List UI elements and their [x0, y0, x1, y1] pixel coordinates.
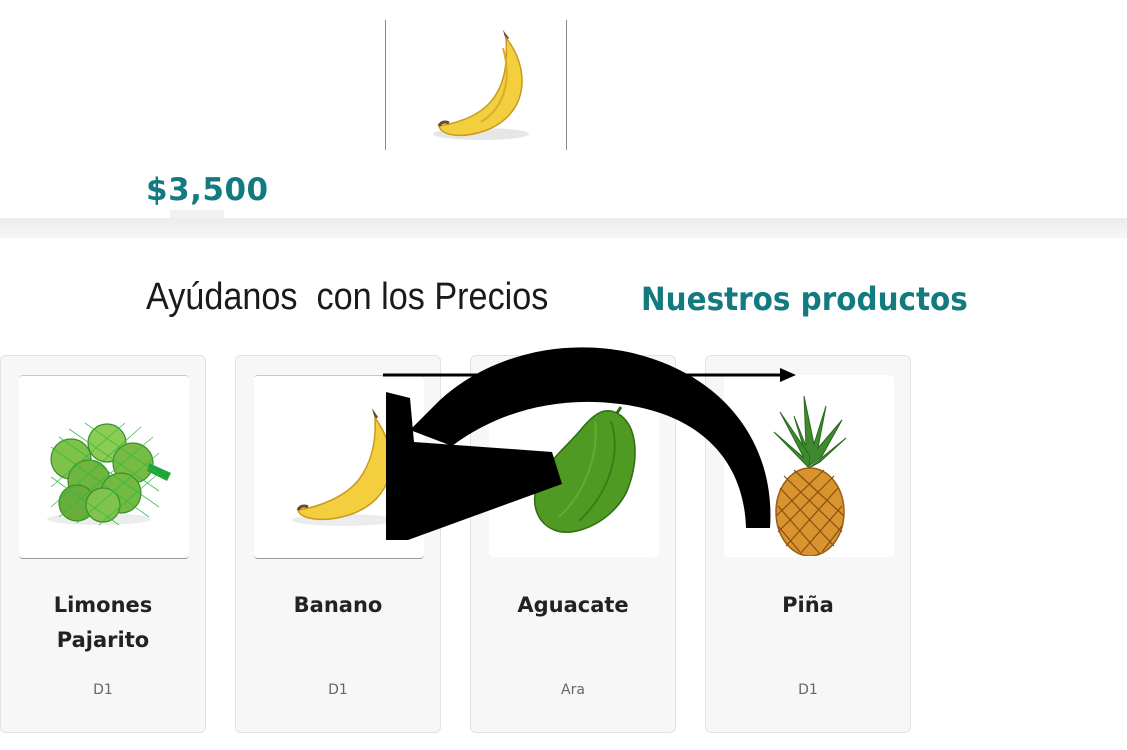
product-card-aguacate[interactable]: Aguacate Ara	[470, 355, 676, 733]
featured-product-price: $3,500	[146, 172, 269, 208]
product-store: D1	[93, 682, 113, 698]
section-divider	[0, 218, 1127, 238]
banana-image	[292, 408, 396, 526]
papaya-image	[534, 406, 636, 533]
product-store: Ara	[561, 682, 585, 698]
product-card-pina[interactable]: Piña D1	[705, 355, 911, 733]
product-name[interactable]: Limones Pajarito	[11, 588, 195, 658]
product-store: D1	[798, 682, 818, 698]
product-name[interactable]: Piña	[716, 588, 900, 623]
product-store: D1	[328, 682, 348, 698]
product-name[interactable]: Aguacate	[481, 588, 665, 623]
limes-image	[47, 422, 171, 526]
help-with-prices-link[interactable]: Ayúdanos con los Precios	[146, 276, 548, 319]
product-image[interactable]	[489, 375, 659, 557]
product-image[interactable]	[724, 375, 894, 557]
product-name[interactable]: Banano	[246, 588, 430, 623]
product-card-limones[interactable]: Limones Pajarito D1	[0, 355, 206, 733]
product-card-banano[interactable]: Banano D1	[235, 355, 441, 733]
product-image[interactable]	[19, 375, 189, 559]
our-products-heading: Nuestros productos	[641, 280, 968, 318]
featured-product-image[interactable]	[385, 20, 567, 150]
product-image[interactable]	[254, 375, 424, 559]
pineapple-image	[773, 395, 847, 556]
banana-image	[433, 30, 529, 140]
